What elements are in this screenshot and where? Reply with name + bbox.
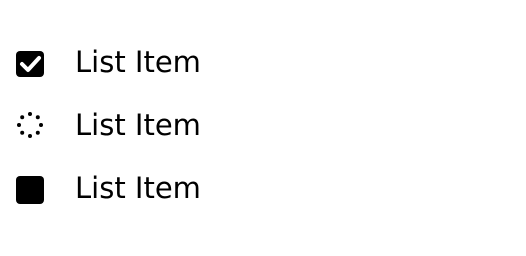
list: List Item List Item List Item <box>0 0 526 256</box>
list-item-label: List Item <box>75 171 201 205</box>
list-item[interactable]: List Item <box>14 107 201 143</box>
loading-spinner-icon <box>14 109 46 141</box>
list-item[interactable]: List Item <box>14 170 201 206</box>
list-item-label: List Item <box>75 45 201 79</box>
checkbox-checked-icon[interactable] <box>14 46 46 78</box>
stop-square-icon[interactable] <box>14 172 46 204</box>
list-item[interactable]: List Item <box>14 44 201 80</box>
list-item-label: List Item <box>75 108 201 142</box>
